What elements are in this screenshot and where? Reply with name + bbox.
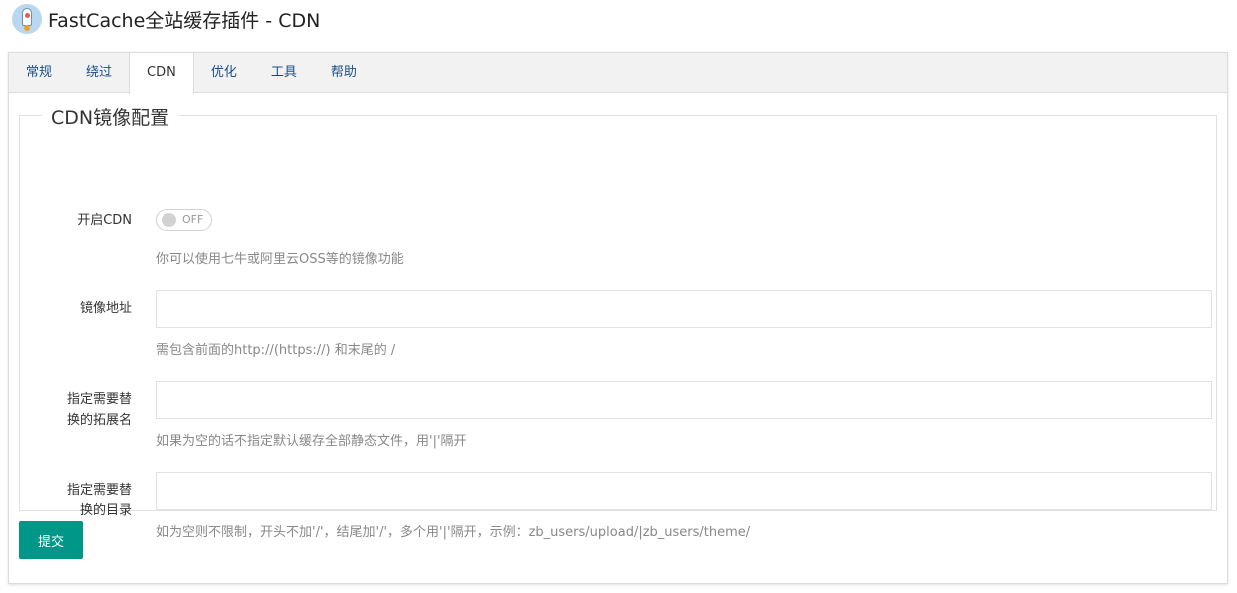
directories-input[interactable] bbox=[156, 472, 1212, 510]
settings-panel: 常规 绕过 CDN 优化 工具 帮助 CDN镜像配置 开启CDN OFF 你可以… bbox=[8, 52, 1228, 584]
rocket-logo-icon bbox=[12, 4, 42, 34]
mirror-url-help: 需包含前面的http://(https://) 和末尾的 / bbox=[156, 343, 396, 358]
tab-help[interactable]: 帮助 bbox=[314, 53, 374, 93]
tab-bar: 常规 绕过 CDN 优化 工具 帮助 bbox=[9, 53, 1227, 94]
page-title: FastCache全站缓存插件 - CDN bbox=[48, 9, 321, 32]
directories-help: 如为空则不限制，开头不加'/'，结尾加'/'，多个用'|'隔开，示例：zb_us… bbox=[156, 525, 751, 540]
directories-label-line1: 指定需要替 bbox=[66, 483, 132, 498]
directories-label-line2: 换的目录 bbox=[79, 503, 132, 518]
mirror-url-input[interactable] bbox=[156, 290, 1212, 328]
tab-general[interactable]: 常规 bbox=[9, 53, 69, 93]
extensions-label-line1: 指定需要替 bbox=[66, 392, 132, 407]
extensions-help: 如果为空的话不指定默认缓存全部静态文件，用'|'隔开 bbox=[156, 434, 467, 449]
enable-cdn-toggle[interactable]: OFF bbox=[156, 209, 212, 231]
tab-cdn[interactable]: CDN bbox=[129, 53, 194, 94]
cdn-config-fieldset: CDN镜像配置 开启CDN OFF 你可以使用七牛或阿里云OSS等的镜像功能 镜… bbox=[19, 103, 1217, 540]
tab-tools[interactable]: 工具 bbox=[254, 53, 314, 93]
enable-cdn-label: 开启CDN bbox=[77, 213, 132, 228]
fieldset-legend: CDN镜像配置 bbox=[42, 103, 179, 130]
toggle-state-text: OFF bbox=[182, 213, 204, 226]
extensions-label-line2: 换的拓展名 bbox=[66, 413, 132, 428]
mirror-url-label: 镜像地址 bbox=[79, 301, 132, 316]
extensions-input[interactable] bbox=[156, 381, 1212, 419]
tab-bypass[interactable]: 绕过 bbox=[69, 53, 129, 93]
page-header: FastCache全站缓存插件 - CDN bbox=[12, 4, 320, 34]
toggle-knob bbox=[162, 213, 176, 227]
enable-cdn-help: 你可以使用七牛或阿里云OSS等的镜像功能 bbox=[156, 252, 404, 267]
submit-button[interactable]: 提交 bbox=[19, 521, 83, 559]
tab-optimize[interactable]: 优化 bbox=[194, 53, 254, 93]
